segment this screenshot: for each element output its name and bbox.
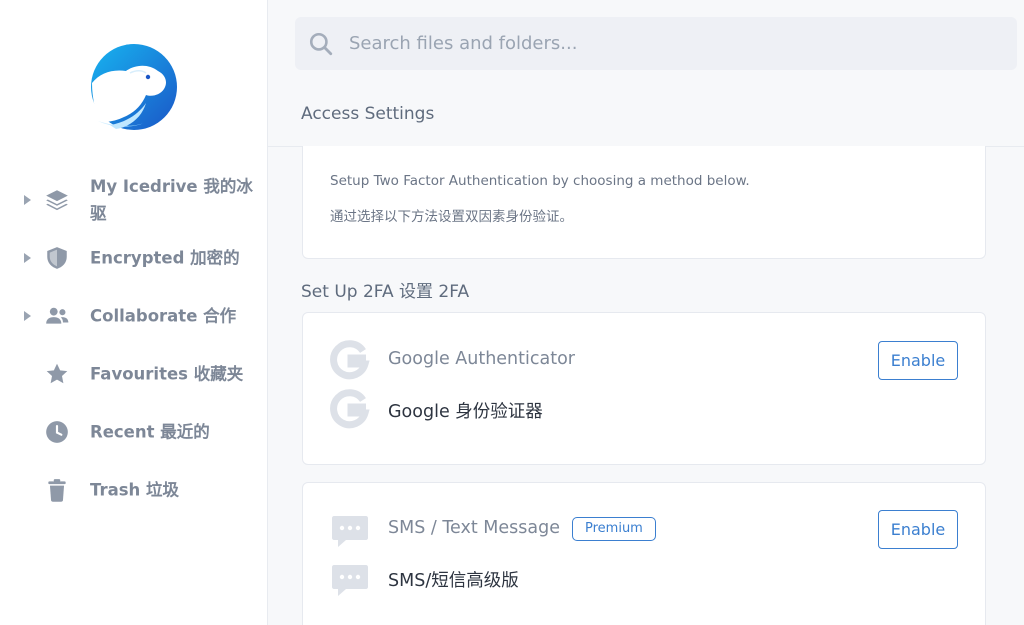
layers-icon [46,190,68,211]
method-card-sms: SMS / Text Message Premium SMS/短信高级版 Ena… [302,482,986,625]
sidebar-item-trash[interactable]: Trash 垃圾 [0,468,268,512]
clock-icon [46,421,68,443]
enable-sms-button[interactable]: Enable [878,510,958,549]
sidebar-item-collaborate[interactable]: Collaborate 合作 [0,294,268,338]
page-title: Access Settings [301,104,435,124]
sidebar-item-label: Favourites 收藏夹 [90,364,244,384]
section-title: Set Up 2FA 设置 2FA [301,282,470,302]
sidebar-item-label: My Icedrive 我的冰驱 [90,177,253,223]
premium-badge: Premium [572,517,656,541]
info-text-en: Setup Two Factor Authentication by choos… [330,173,750,189]
method-subtitle: SMS/短信高级版 [388,571,519,591]
sidebar-item-favourites[interactable]: Favourites 收藏夹 [0,352,268,396]
caret-right-icon[interactable] [24,195,31,205]
sidebar-item-label: Trash 垃圾 [90,480,180,500]
users-icon [46,307,69,324]
trash-icon [48,479,66,502]
caret-right-icon[interactable] [24,311,31,321]
sidebar-item-encrypted[interactable]: Encrypted 加密的 [0,236,268,280]
sidebar-item-my-icedrive[interactable]: My Icedrive 我的冰驱 [0,172,268,228]
method-card-google-authenticator: Google Authenticator Google 身份验证器 Enable [302,312,986,465]
method-title: Google Authenticator [388,349,575,369]
method-subtitle: Google 身份验证器 [388,402,543,422]
sidebar: My Icedrive 我的冰驱 Encrypted 加密的 Collabora… [0,0,268,625]
search-bar[interactable] [295,17,1017,70]
method-title: SMS / Text Message [388,518,560,538]
sidebar-item-label: Collaborate 合作 [90,306,237,326]
caret-right-icon[interactable] [24,253,31,263]
chat-bubble-icon [332,565,368,596]
google-icon [330,389,370,429]
search-input[interactable] [349,17,989,70]
icedrive-logo-icon[interactable] [90,43,178,131]
sidebar-item-label: Encrypted 加密的 [90,248,240,268]
search-icon [309,32,333,56]
sidebar-item-recent[interactable]: Recent 最近的 [0,410,268,454]
google-icon [330,340,370,380]
info-text-zh: 通过选择以下方法设置双因素身份验证。 [330,209,573,225]
enable-google-authenticator-button[interactable]: Enable [878,341,958,380]
chat-bubble-icon [332,516,368,547]
sidebar-item-label: Recent 最近的 [90,422,210,442]
main-content: Access Settings Setup Two Factor Authent… [268,0,1024,625]
shield-icon [47,247,67,269]
info-card: Setup Two Factor Authentication by choos… [302,146,986,259]
star-icon [46,363,68,384]
